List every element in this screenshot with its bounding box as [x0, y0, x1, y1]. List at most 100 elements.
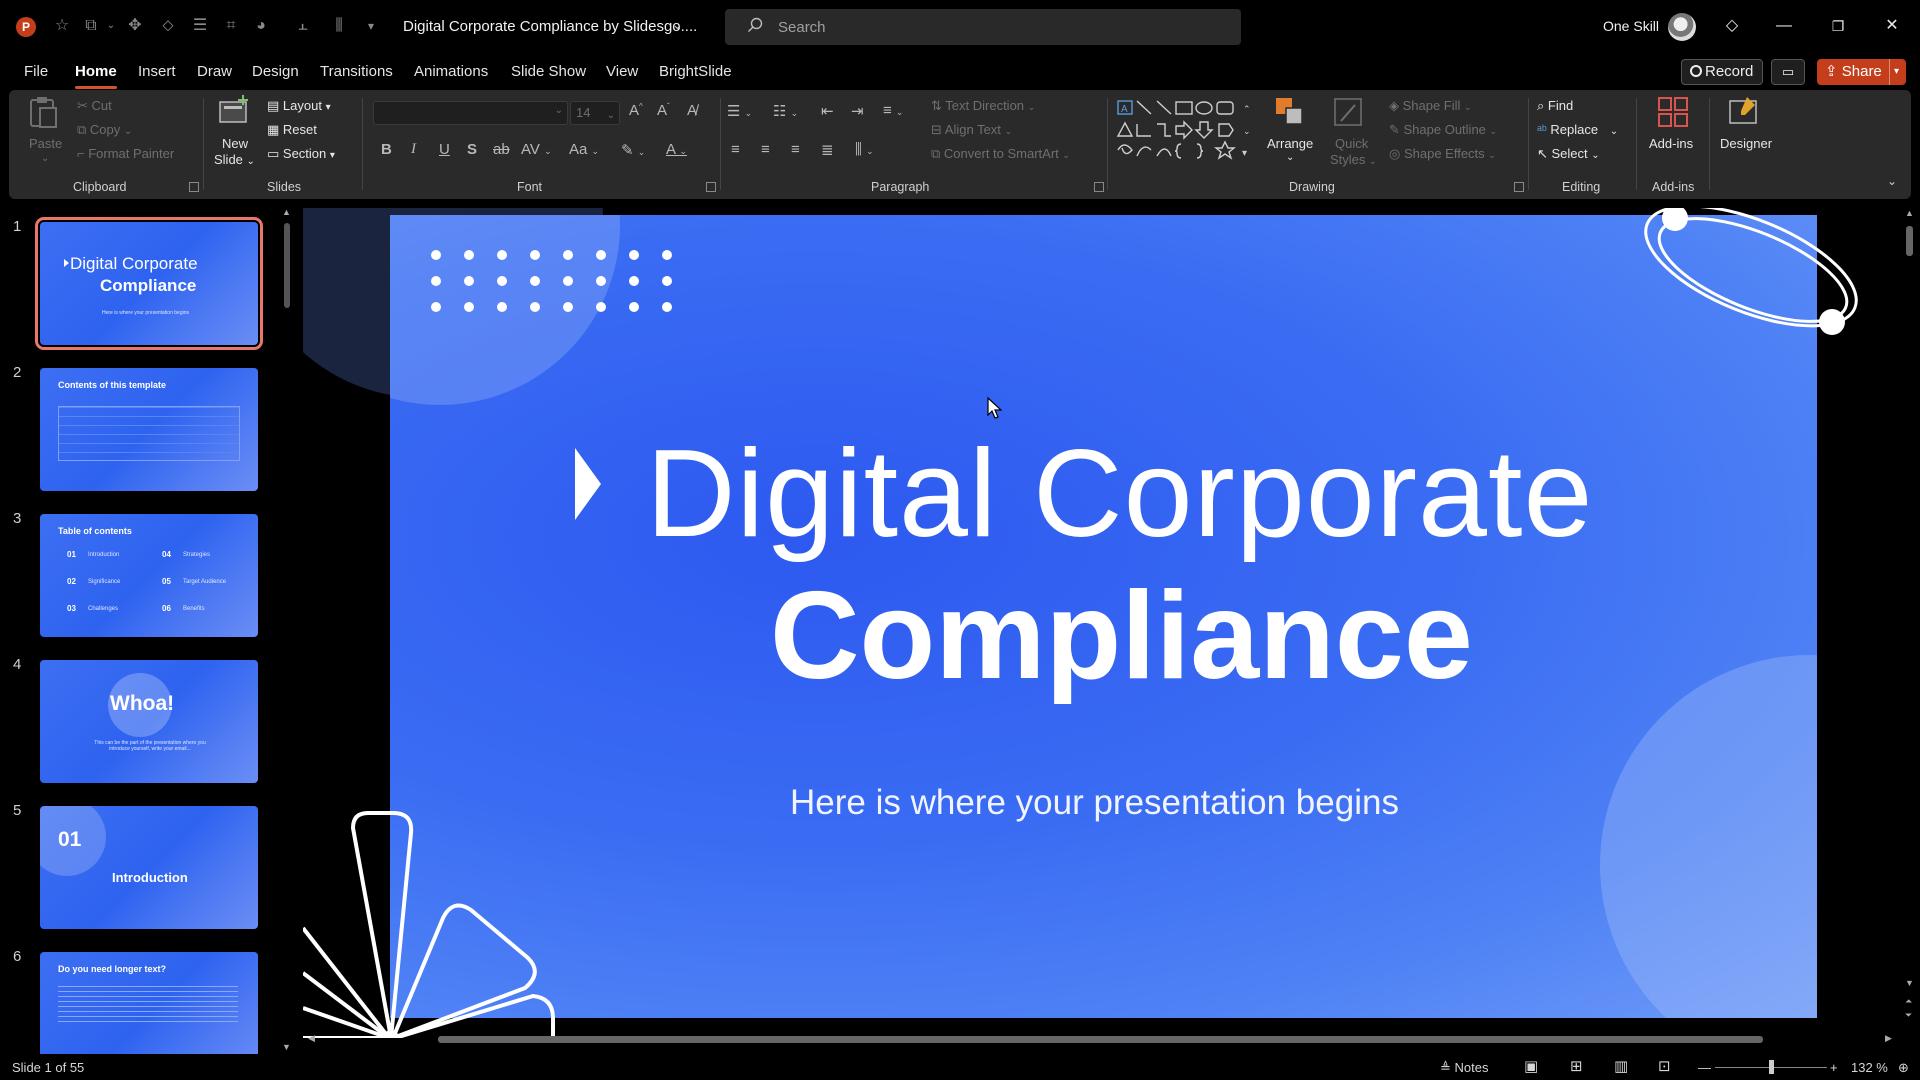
customize-qat-icon[interactable]: ▾ [360, 15, 382, 37]
shape-icon[interactable]: ◕ [250, 15, 272, 37]
new-slide-button[interactable]: Slide ⌄ [214, 152, 255, 167]
font-launcher-icon[interactable] [706, 182, 716, 192]
text-direction-button[interactable]: ⇅ Text Direction ⌄ [931, 98, 1035, 114]
chevron-down-icon[interactable]: ⌄ [100, 15, 122, 37]
align-left-icon[interactable]: ≡ [731, 141, 740, 158]
chevron-down-icon[interactable]: ⌄ [41, 153, 49, 164]
zoom-level[interactable]: 132 % [1851, 1060, 1888, 1075]
paragraph-launcher-icon[interactable] [1094, 182, 1104, 192]
quick-styles-label-1[interactable]: Quick [1335, 136, 1368, 151]
tab-slide-show[interactable]: Slide Show [511, 63, 586, 80]
diamond-icon[interactable]: ◇ [1720, 14, 1744, 38]
previous-slide-icon[interactable]: ⏶ [1905, 996, 1912, 1007]
change-case-icon[interactable]: Aa ⌄ [569, 141, 599, 158]
justify-icon[interactable]: ≣ [821, 141, 834, 159]
strikethrough-icon[interactable]: ab [493, 141, 510, 158]
move-icon[interactable]: ✥ [124, 15, 146, 37]
tab-file[interactable]: File [24, 63, 48, 80]
tab-view[interactable]: View [606, 63, 638, 80]
chevron-down-icon[interactable]: ▾ [1889, 59, 1899, 85]
numbering-icon[interactable]: ☷ ⌄ [773, 102, 798, 120]
tab-home[interactable]: Home [75, 63, 117, 80]
share-button[interactable]: ⇪ Share ▾ [1817, 59, 1906, 85]
character-spacing-icon[interactable]: AV ⌄ [521, 141, 552, 158]
scroll-up-icon[interactable]: ▲ [1905, 208, 1914, 218]
font-name-dropdown[interactable]: ⌄ [373, 101, 568, 125]
columns-icon[interactable]: ⫼ ⌄ [855, 141, 874, 158]
comments-button[interactable]: ▭ [1771, 59, 1805, 85]
notes-button[interactable]: ≜ Notes [1440, 1060, 1488, 1076]
arrange-button[interactable]: Arrange [1267, 136, 1313, 151]
clipboard-launcher-icon[interactable] [189, 182, 199, 192]
editor-horizontal-scrollbar[interactable]: ◀ ▶ [303, 1030, 1903, 1050]
clear-formatting-icon[interactable]: A̸ [687, 102, 697, 119]
fit-to-window-icon[interactable]: ⊕ [1898, 1060, 1909, 1076]
scroll-down-icon[interactable]: ▼ [282, 1042, 291, 1052]
increase-font-icon[interactable]: A^ [629, 102, 643, 119]
drawing-launcher-icon[interactable] [1514, 182, 1524, 192]
select-button[interactable]: ↖ Select ⌄ [1537, 146, 1600, 162]
avatar[interactable] [1668, 13, 1696, 41]
search-box[interactable]: Search [725, 9, 1241, 45]
collapse-ribbon-icon[interactable]: ⌄ [1887, 174, 1897, 188]
bullets-icon[interactable]: ☰ ⌄ [727, 102, 752, 120]
tab-brightslide[interactable]: BrightSlide [659, 63, 732, 80]
normal-view-icon[interactable]: ▣ [1524, 1057, 1538, 1075]
chevron-down-icon[interactable]: ⌄ [672, 17, 683, 33]
align-center-icon[interactable]: ≡ [761, 141, 770, 158]
reset-button[interactable]: ▦ Reset [267, 122, 317, 138]
format-painter-button[interactable]: ⌐ Format Painter [77, 146, 174, 161]
slide-thumbnail-3[interactable]: Table of contents 01 Introduction 02 Sig… [40, 514, 258, 637]
slide-thumbnail-4[interactable]: Whoa! This can be the part of the presen… [40, 660, 258, 783]
editor-vertical-scrollbar[interactable]: ▲ ▼ ⏶ ⏷ [1903, 208, 1917, 1028]
layout-button[interactable]: ▤ Layout ▾ [267, 98, 331, 114]
increase-indent-icon[interactable]: ⇥ [851, 102, 864, 120]
crop-icon[interactable]: ⌗ [220, 15, 242, 37]
distribute-icon[interactable]: ⫠ [292, 15, 314, 37]
zoom-in-icon[interactable]: + [1830, 1060, 1838, 1075]
tab-draw[interactable]: Draw [197, 63, 232, 80]
autosave-icon[interactable]: ☆ [51, 15, 73, 37]
zoom-slider-thumb[interactable] [1769, 1060, 1774, 1074]
paste-button[interactable]: Paste [29, 136, 62, 151]
zoom-out-icon[interactable]: — [1698, 1060, 1711, 1075]
tab-design[interactable]: Design [252, 63, 299, 80]
shadow-icon[interactable]: S [467, 141, 477, 158]
align-right-icon[interactable]: ≡ [791, 141, 800, 158]
document-title[interactable]: Digital Corporate Compliance by Slidesgo… [403, 18, 697, 35]
font-size-dropdown[interactable]: 14 ⌄ [570, 101, 620, 125]
scroll-right-icon[interactable]: ▶ [1885, 1033, 1892, 1044]
scroll-up-icon[interactable]: ▲ [282, 207, 291, 217]
shape-effects-button[interactable]: ◎ Shape Effects ⌄ [1389, 146, 1496, 162]
replace-button[interactable]: ᵃᵇ Replace ⌄ [1537, 122, 1618, 137]
font-color-icon[interactable]: A ⌄ [666, 141, 687, 158]
highlight-icon[interactable]: ✎ ⌄ [621, 141, 645, 159]
decrease-indent-icon[interactable]: ⇤ [821, 102, 834, 120]
scrollbar-thumb[interactable] [438, 1036, 1763, 1043]
columns-icon[interactable]: ⫼ [328, 15, 350, 37]
user-name[interactable]: One Skill [1603, 18, 1659, 34]
record-button[interactable]: Record [1681, 59, 1763, 85]
scroll-left-icon[interactable]: ◀ [308, 1033, 315, 1044]
cut-button[interactable]: ✂ Cut [77, 98, 112, 114]
shape-fill-button[interactable]: ◈ Shape Fill ⌄ [1389, 98, 1472, 114]
chevron-down-icon[interactable]: ⌄ [1286, 152, 1294, 163]
scrollbar-thumb[interactable] [284, 223, 290, 308]
thumbnail-scrollbar[interactable]: ▲ ▼ [282, 207, 292, 1052]
restore-icon[interactable]: ❐ [1826, 14, 1850, 38]
minimize-icon[interactable]: — [1772, 14, 1796, 38]
tab-transitions[interactable]: Transitions [320, 63, 393, 80]
new-slide-label-1[interactable]: New [222, 136, 248, 151]
close-icon[interactable]: ✕ [1880, 14, 1904, 38]
slide-thumbnail-1[interactable]: Digital Corporate Compliance Here is whe… [35, 217, 263, 350]
slide-sorter-icon[interactable]: ⊞ [1570, 1057, 1583, 1075]
addins-button[interactable]: Add-ins [1649, 136, 1693, 151]
next-slide-icon[interactable]: ⏷ [1905, 1010, 1912, 1021]
align-text-button[interactable]: ⊟ Align Text ⌄ [931, 122, 1012, 138]
designer-button[interactable]: Designer [1720, 136, 1772, 151]
underline-icon[interactable]: U [439, 141, 450, 158]
shape-outline-button[interactable]: ✎ Shape Outline ⌄ [1389, 122, 1497, 138]
decrease-font-icon[interactable]: Aˇ [657, 102, 670, 119]
slide-thumbnail-5[interactable]: 01 Introduction [40, 806, 258, 929]
slide-title-line-2[interactable]: Compliance [770, 565, 1473, 707]
